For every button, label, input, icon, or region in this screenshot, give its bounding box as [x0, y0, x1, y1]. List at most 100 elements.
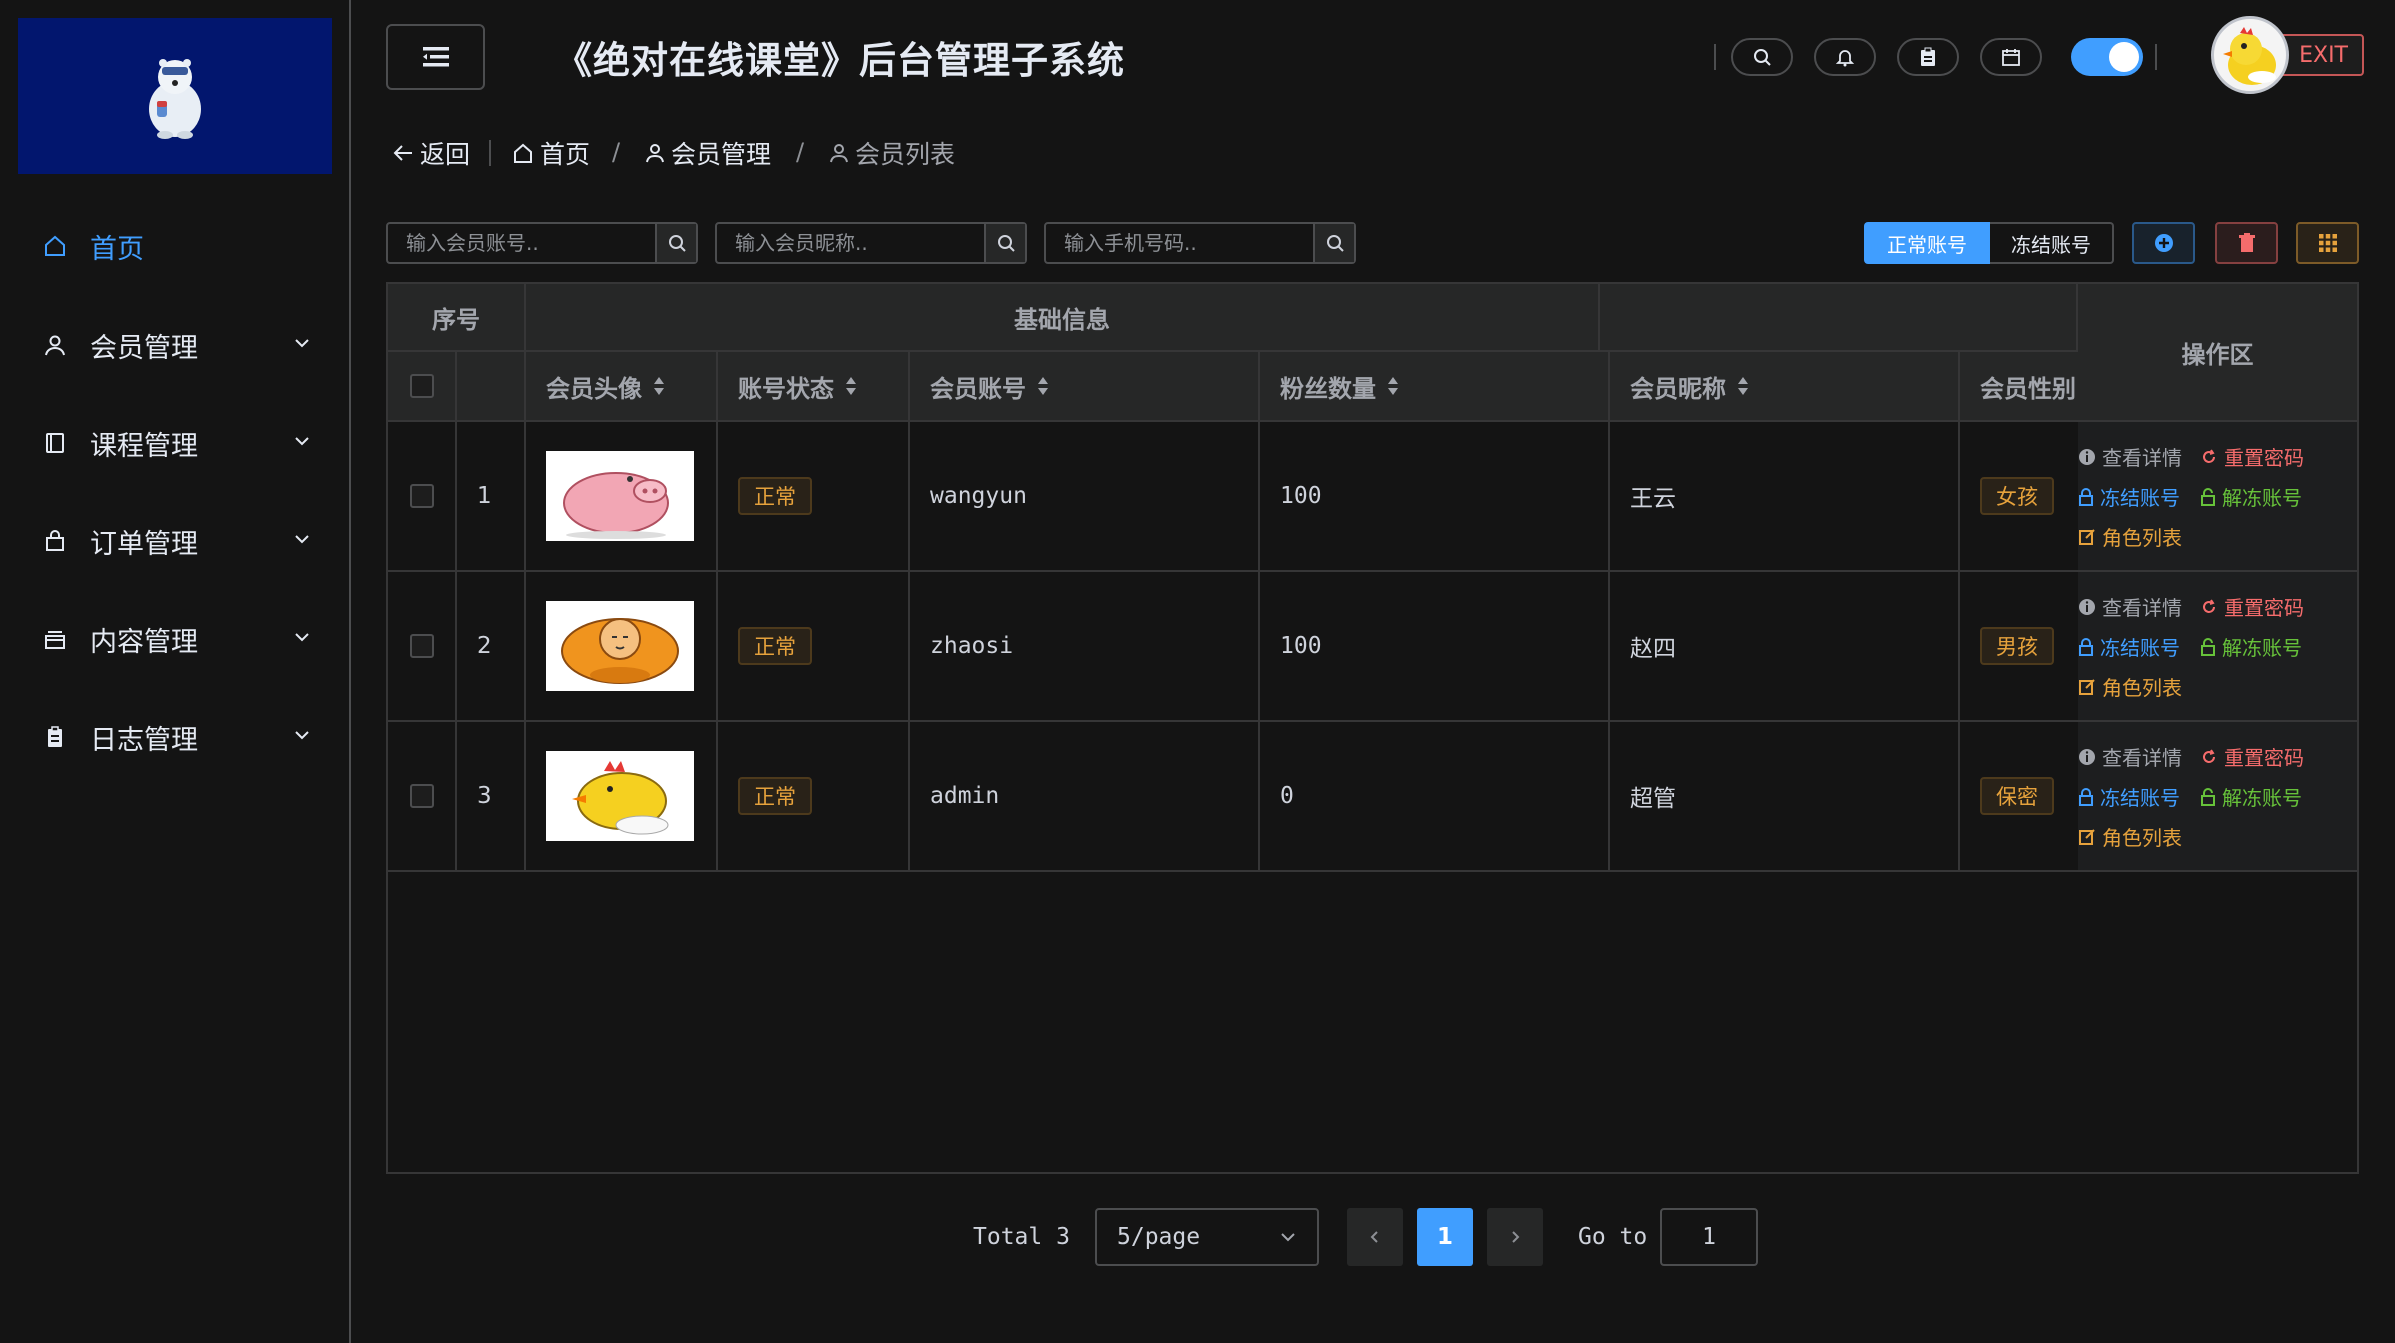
- nickname-search-input[interactable]: [717, 224, 984, 262]
- plus-circle-icon: [2154, 234, 2173, 252]
- notes-button[interactable]: [1897, 38, 1959, 76]
- search-icon: [1754, 49, 1771, 66]
- collapse-menu-button[interactable]: [386, 24, 485, 90]
- column-header-nickname[interactable]: 会员昵称: [1610, 352, 1960, 422]
- role-list-link[interactable]: 角色列表: [2078, 522, 2182, 551]
- page-1-button[interactable]: 1: [1417, 1208, 1473, 1266]
- freeze-account-link[interactable]: 冻结账号: [2078, 782, 2180, 811]
- exit-button[interactable]: EXIT: [2278, 34, 2364, 76]
- breadcrumb-home[interactable]: 首页: [512, 136, 590, 170]
- reset-password-link[interactable]: 重置密码: [2200, 442, 2304, 471]
- chick-avatar-icon: [2223, 27, 2276, 85]
- clipboard-icon: [1921, 47, 1935, 66]
- breadcrumb-label: 会员列表: [855, 140, 956, 169]
- role-list-link[interactable]: 角色列表: [2078, 672, 2182, 701]
- edit-icon: [2079, 828, 2095, 845]
- view-detail-link[interactable]: 查看详情: [2078, 592, 2182, 621]
- header-divider: [2155, 44, 2157, 70]
- unfreeze-account-link[interactable]: 解冻账号: [2200, 482, 2302, 511]
- sidebar-item-content[interactable]: 内容管理: [0, 594, 349, 684]
- row-select-cell: [388, 422, 457, 570]
- frozen-accounts-button[interactable]: 冻结账号: [1990, 222, 2114, 264]
- avatar-cell: [526, 722, 718, 870]
- dark-mode-toggle[interactable]: [2071, 38, 2143, 76]
- chick-avatar-icon: [546, 751, 694, 841]
- gender-badge: 男孩: [1980, 627, 2054, 665]
- account-search-input[interactable]: [388, 224, 655, 262]
- sidebar-item-label: 会员管理: [90, 332, 198, 364]
- action-label: 重置密码: [2224, 446, 2304, 470]
- reset-password-link[interactable]: 重置密码: [2200, 742, 2304, 771]
- prev-page-button[interactable]: [1347, 1208, 1403, 1266]
- sidebar-item-courses[interactable]: 课程管理: [0, 398, 349, 488]
- freeze-account-link[interactable]: 冻结账号: [2078, 482, 2180, 511]
- column-header-status[interactable]: 账号状态: [718, 352, 910, 422]
- page-size-select[interactable]: 5/page: [1095, 1208, 1319, 1266]
- clipboard-icon: [42, 724, 68, 750]
- calendar-button[interactable]: [1980, 38, 2042, 76]
- grid-view-button[interactable]: [2296, 222, 2359, 264]
- sidebar-item-label: 日志管理: [90, 724, 198, 756]
- index-group-header: 序号: [388, 284, 526, 352]
- sidebar-item-logs[interactable]: 日志管理: [0, 692, 349, 782]
- info-icon: [2079, 748, 2095, 765]
- gender-badge: 女孩: [1980, 477, 2054, 515]
- column-header-gender[interactable]: 会员性别: [1960, 352, 2078, 422]
- gender-cell: 女孩: [1960, 422, 2078, 570]
- column-header-account[interactable]: 会员账号: [910, 352, 1260, 422]
- column-label: 账号状态: [738, 374, 834, 403]
- action-label: 重置密码: [2224, 596, 2304, 620]
- sidebar-item-members[interactable]: 会员管理: [0, 300, 349, 390]
- view-detail-link[interactable]: 查看详情: [2078, 742, 2182, 771]
- add-member-button[interactable]: [2132, 222, 2195, 264]
- reset-password-link[interactable]: 重置密码: [2200, 592, 2304, 621]
- role-list-link[interactable]: 角色列表: [2078, 822, 2182, 851]
- normal-accounts-button[interactable]: 正常账号: [1864, 222, 1990, 264]
- box-icon: [42, 626, 68, 652]
- app-logo[interactable]: [18, 18, 332, 174]
- hamburger-icon: [422, 47, 449, 67]
- sort-icon: [652, 375, 666, 397]
- sidebar-item-orders[interactable]: 订单管理: [0, 496, 349, 586]
- sidebar-item-home[interactable]: 首页: [0, 201, 349, 291]
- sidebar-item-label: 课程管理: [90, 430, 198, 462]
- user-avatar[interactable]: [2211, 16, 2289, 94]
- goto-input[interactable]: [1669, 1224, 1749, 1250]
- breadcrumb-members[interactable]: 会员管理: [645, 136, 771, 170]
- phone-search-button[interactable]: [1313, 224, 1354, 262]
- freeze-account-link[interactable]: 冻结账号: [2078, 632, 2180, 661]
- row-checkbox[interactable]: [409, 634, 434, 658]
- next-page-button[interactable]: [1487, 1208, 1543, 1266]
- phone-search-input[interactable]: [1046, 224, 1313, 262]
- back-link[interactable]: 返回: [392, 136, 470, 170]
- select-all-cell: [388, 352, 457, 422]
- home-icon: [42, 233, 68, 259]
- account-search-button[interactable]: [655, 224, 696, 262]
- sidebar: 首页 会员管理 课程管理 订单管理 内容管理 日志管理: [0, 0, 351, 1343]
- nickname-cell: 赵四: [1610, 572, 1960, 720]
- action-label: 角色列表: [2102, 676, 2182, 700]
- row-checkbox[interactable]: [409, 784, 434, 808]
- delete-button[interactable]: [2215, 222, 2278, 264]
- row-checkbox[interactable]: [409, 484, 434, 508]
- refresh-icon: [2203, 598, 2215, 613]
- chevron-down-icon: [295, 633, 309, 642]
- page-title: 《绝对在线课堂》后台管理子系统: [555, 39, 1125, 82]
- nickname-search-button[interactable]: [984, 224, 1025, 262]
- unfreeze-account-link[interactable]: 解冻账号: [2200, 632, 2302, 661]
- column-header-avatar[interactable]: 会员头像: [526, 352, 718, 422]
- pig-avatar-icon: [546, 451, 694, 541]
- grid-icon: [2318, 234, 2337, 252]
- monk-avatar-icon: [546, 601, 694, 691]
- avatar-cell: [526, 572, 718, 720]
- action-label: 角色列表: [2102, 526, 2182, 550]
- action-label: 冻结账号: [2100, 486, 2180, 510]
- select-all-checkbox[interactable]: [409, 374, 434, 398]
- view-detail-link[interactable]: 查看详情: [2078, 442, 2182, 471]
- gender-badge: 保密: [1980, 777, 2054, 815]
- column-header-fans[interactable]: 粉丝数量: [1260, 352, 1610, 422]
- search-button[interactable]: [1731, 38, 1793, 76]
- unfreeze-account-link[interactable]: 解冻账号: [2200, 782, 2302, 811]
- edit-icon: [2079, 678, 2095, 695]
- notification-button[interactable]: [1814, 38, 1876, 76]
